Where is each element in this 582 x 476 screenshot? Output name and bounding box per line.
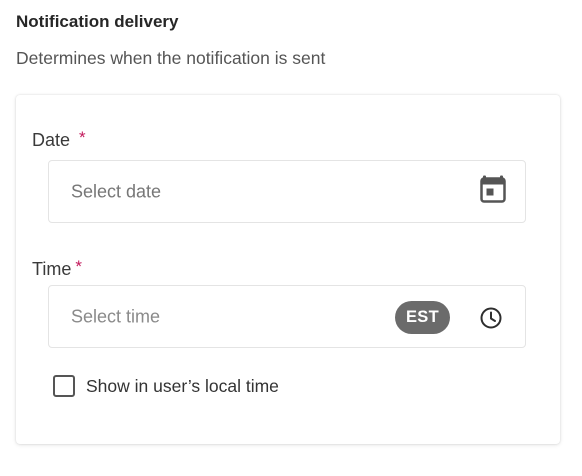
calendar-icon[interactable] <box>480 175 506 203</box>
section-title: Notification delivery <box>16 12 179 31</box>
time-label-text: Time <box>32 259 72 279</box>
local-time-checkbox[interactable] <box>53 375 75 397</box>
date-placeholder: Select date <box>71 181 162 201</box>
date-input[interactable]: Select date <box>48 160 526 223</box>
time-placeholder: Select time <box>71 306 161 326</box>
date-label-text: Date <box>32 130 71 150</box>
local-time-label: Show in user’s local time <box>86 375 279 396</box>
date-required-marker: * <box>79 128 86 147</box>
time-required-marker: * <box>75 257 82 276</box>
clock-icon[interactable] <box>479 306 503 330</box>
time-input[interactable]: Select time EST <box>48 285 526 348</box>
timezone-badge: EST <box>395 301 450 334</box>
local-time-option[interactable]: Show in user’s local time <box>53 374 279 398</box>
date-field-label: Date * <box>32 128 86 151</box>
section-description: Determines when the notification is sent <box>16 48 326 68</box>
time-field-label: Time * <box>32 257 82 280</box>
